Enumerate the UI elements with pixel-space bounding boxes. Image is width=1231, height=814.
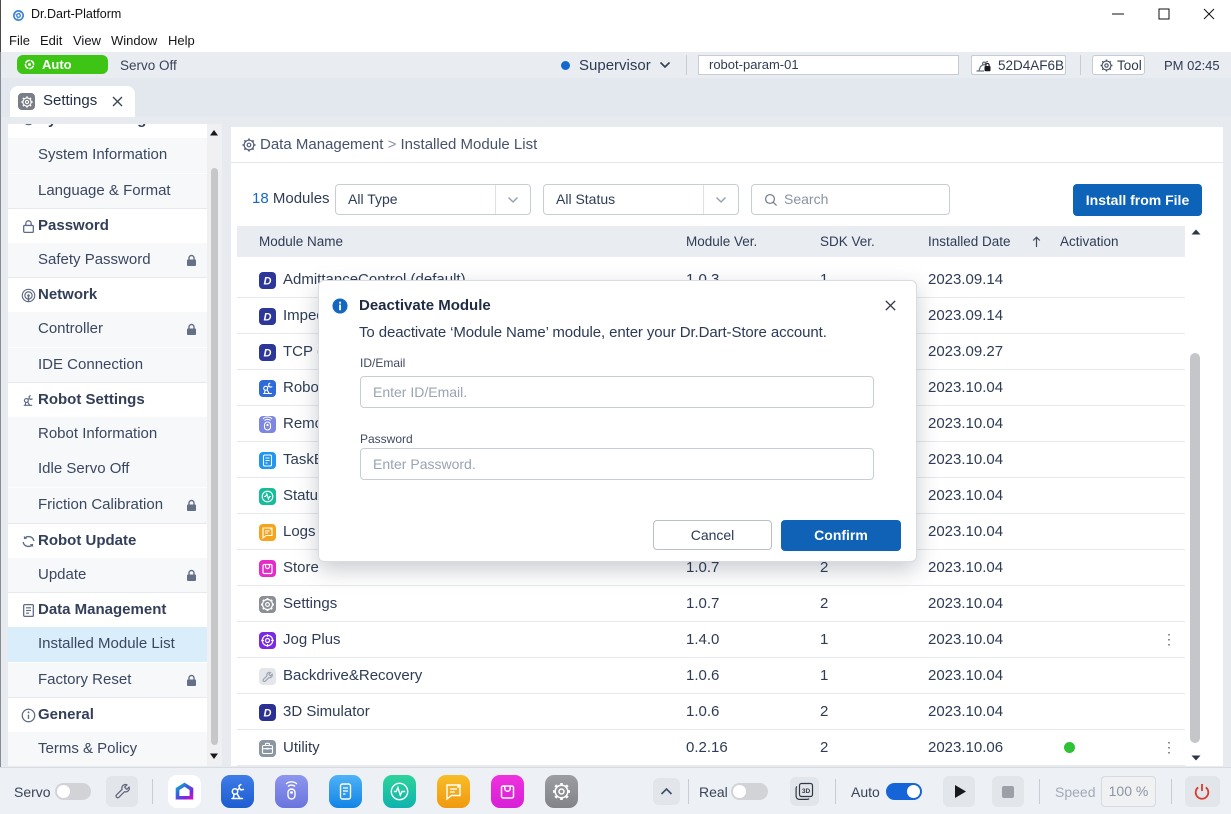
svg-text:D: D bbox=[264, 276, 272, 288]
svg-text:3D: 3D bbox=[802, 788, 811, 795]
svg-text:D: D bbox=[264, 312, 272, 324]
svg-text:D: D bbox=[264, 348, 272, 360]
svg-text:D: D bbox=[264, 708, 272, 720]
